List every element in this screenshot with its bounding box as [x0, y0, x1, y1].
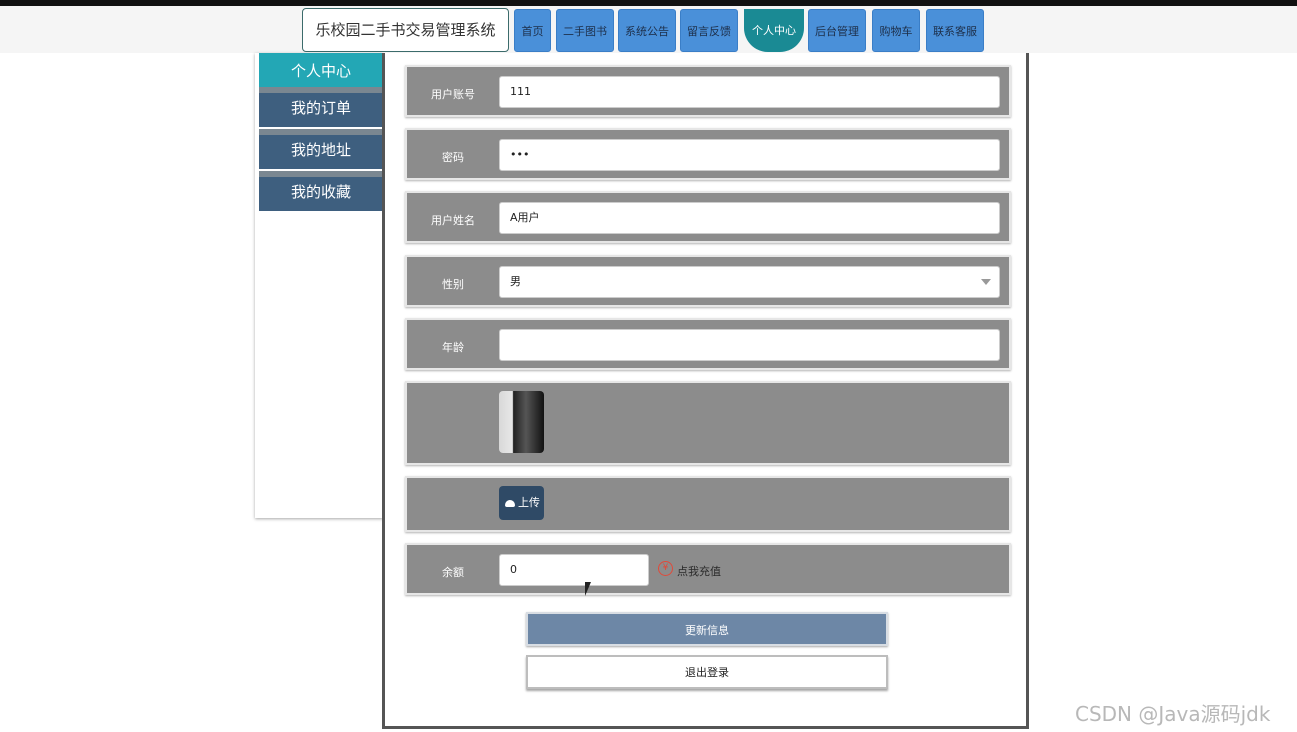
nav-cart[interactable]: 购物车 — [872, 9, 920, 52]
sidebar: 个人中心 我的订单 我的地址 我的收藏 — [255, 53, 383, 518]
field-label: 年龄 — [442, 341, 464, 354]
recharge-link[interactable]: 点我充值 — [677, 563, 721, 579]
profile-form-panel: 用户账号 111 密码 ••• 用户姓名 A用户 性别 男 年龄 上传 余额 0… — [382, 53, 1029, 729]
form-row-avatar — [405, 381, 1011, 465]
gender-select[interactable]: 男 — [499, 266, 1000, 298]
sidebar-item-favorites[interactable]: 我的收藏 — [259, 171, 383, 211]
nav-announcements[interactable]: 系统公告 — [618, 9, 676, 52]
form-row-upload: 上传 — [405, 476, 1011, 532]
nav-used-books[interactable]: 二手图书 — [556, 9, 614, 52]
form-row-account: 用户账号 111 — [405, 65, 1011, 117]
form-row-password: 密码 ••• — [405, 128, 1011, 180]
watermark: CSDN @Java源码jdk — [1075, 702, 1271, 726]
sidebar-item-addresses[interactable]: 我的地址 — [259, 129, 383, 169]
nav-home[interactable]: 首页 — [514, 9, 551, 52]
field-label: 性别 — [442, 278, 464, 291]
name-input[interactable]: A用户 — [499, 202, 1000, 234]
field-label: 用户姓名 — [431, 214, 475, 227]
age-input[interactable] — [499, 329, 1000, 361]
update-info-button[interactable]: 更新信息 — [526, 612, 888, 646]
cloud-upload-icon — [505, 499, 515, 507]
form-row-gender: 性别 男 — [405, 255, 1011, 307]
site-brand[interactable]: 乐校园二手书交易管理系统 — [302, 8, 509, 52]
logout-button[interactable]: 退出登录 — [526, 655, 888, 689]
gender-select-value: 男 — [510, 275, 521, 288]
nav-admin[interactable]: 后台管理 — [808, 9, 866, 52]
mouse-cursor-icon — [585, 582, 591, 596]
chevron-down-icon — [981, 279, 991, 285]
sidebar-item-orders[interactable]: 我的订单 — [259, 87, 383, 127]
upload-label: 上传 — [518, 496, 540, 509]
sidebar-item-personal-center[interactable]: 个人中心 — [259, 53, 383, 89]
avatar-image[interactable] — [499, 391, 544, 453]
balance-input[interactable]: 0 — [499, 554, 649, 586]
field-label: 密码 — [442, 151, 464, 164]
nav-personal-center[interactable]: 个人中心 — [744, 9, 804, 52]
field-label: 余额 — [442, 566, 464, 579]
form-row-name: 用户姓名 A用户 — [405, 191, 1011, 243]
form-row-balance: 余额 0 ¥ 点我充值 — [405, 543, 1011, 595]
password-input[interactable]: ••• — [499, 139, 1000, 171]
form-row-age: 年龄 — [405, 318, 1011, 370]
nav-customer-service[interactable]: 联系客服 — [926, 9, 984, 52]
account-input[interactable]: 111 — [499, 76, 1000, 108]
field-label: 用户账号 — [431, 88, 475, 101]
upload-button[interactable]: 上传 — [499, 486, 544, 520]
yuan-icon[interactable]: ¥ — [658, 561, 673, 576]
nav-feedback[interactable]: 留言反馈 — [680, 9, 738, 52]
